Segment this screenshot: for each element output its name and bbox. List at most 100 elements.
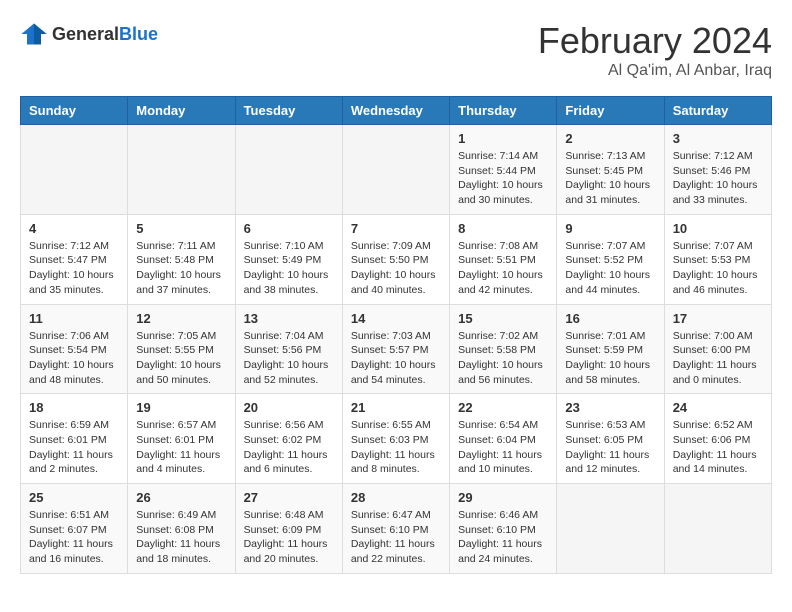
day-info: Sunrise: 7:14 AMSunset: 5:44 PMDaylight:…	[458, 149, 548, 208]
calendar-cell: 16 Sunrise: 7:01 AMSunset: 5:59 PMDayligh…	[557, 304, 664, 394]
calendar-cell: 1 Sunrise: 7:14 AMSunset: 5:44 PMDaylight…	[450, 125, 557, 215]
calendar-cell: 7 Sunrise: 7:09 AMSunset: 5:50 PMDaylight…	[342, 214, 449, 304]
calendar-cell: 4 Sunrise: 7:12 AMSunset: 5:47 PMDaylight…	[21, 214, 128, 304]
day-info: Sunrise: 6:55 AMSunset: 6:03 PMDaylight:…	[351, 418, 441, 477]
month-title: February 2024	[538, 20, 772, 62]
day-number: 14	[351, 311, 441, 326]
calendar-cell: 11 Sunrise: 7:06 AMSunset: 5:54 PMDayligh…	[21, 304, 128, 394]
day-number: 2	[565, 131, 655, 146]
day-number: 18	[29, 400, 119, 415]
day-number: 1	[458, 131, 548, 146]
day-number: 8	[458, 221, 548, 236]
weekday-header-tuesday: Tuesday	[235, 97, 342, 125]
day-info: Sunrise: 6:47 AMSunset: 6:10 PMDaylight:…	[351, 508, 441, 567]
day-info: Sunrise: 6:48 AMSunset: 6:09 PMDaylight:…	[244, 508, 334, 567]
calendar-cell	[342, 125, 449, 215]
weekday-header-monday: Monday	[128, 97, 235, 125]
calendar-cell: 6 Sunrise: 7:10 AMSunset: 5:49 PMDaylight…	[235, 214, 342, 304]
day-number: 5	[136, 221, 226, 236]
weekday-header-row: SundayMondayTuesdayWednesdayThursdayFrid…	[21, 97, 772, 125]
day-info: Sunrise: 7:07 AMSunset: 5:53 PMDaylight:…	[673, 239, 763, 298]
weekday-header-friday: Friday	[557, 97, 664, 125]
calendar-cell: 2 Sunrise: 7:13 AMSunset: 5:45 PMDaylight…	[557, 125, 664, 215]
day-info: Sunrise: 6:56 AMSunset: 6:02 PMDaylight:…	[244, 418, 334, 477]
calendar-cell: 23 Sunrise: 6:53 AMSunset: 6:05 PMDayligh…	[557, 394, 664, 484]
calendar-cell: 14 Sunrise: 7:03 AMSunset: 5:57 PMDayligh…	[342, 304, 449, 394]
day-info: Sunrise: 7:06 AMSunset: 5:54 PMDaylight:…	[29, 329, 119, 388]
day-info: Sunrise: 7:04 AMSunset: 5:56 PMDaylight:…	[244, 329, 334, 388]
weekday-header-wednesday: Wednesday	[342, 97, 449, 125]
calendar-cell: 20 Sunrise: 6:56 AMSunset: 6:02 PMDayligh…	[235, 394, 342, 484]
day-number: 15	[458, 311, 548, 326]
calendar-cell: 25 Sunrise: 6:51 AMSunset: 6:07 PMDayligh…	[21, 484, 128, 574]
calendar-week-3: 11 Sunrise: 7:06 AMSunset: 5:54 PMDayligh…	[21, 304, 772, 394]
day-number: 20	[244, 400, 334, 415]
day-number: 6	[244, 221, 334, 236]
weekday-header-thursday: Thursday	[450, 97, 557, 125]
day-info: Sunrise: 6:51 AMSunset: 6:07 PMDaylight:…	[29, 508, 119, 567]
calendar-cell	[557, 484, 664, 574]
day-number: 11	[29, 311, 119, 326]
calendar-cell: 27Sunrise: 6:48 AMSunset: 6:09 PMDayligh…	[235, 484, 342, 574]
calendar-cell: 10 Sunrise: 7:07 AMSunset: 5:53 PMDayligh…	[664, 214, 771, 304]
day-number: 26	[136, 490, 226, 505]
logo-icon	[20, 20, 48, 48]
day-info: Sunrise: 7:09 AMSunset: 5:50 PMDaylight:…	[351, 239, 441, 298]
day-number: 24	[673, 400, 763, 415]
logo-text: GeneralBlue	[52, 24, 158, 45]
calendar-cell: 17 Sunrise: 7:00 AMSunset: 6:00 PMDayligh…	[664, 304, 771, 394]
day-number: 12	[136, 311, 226, 326]
day-info: Sunrise: 7:08 AMSunset: 5:51 PMDaylight:…	[458, 239, 548, 298]
day-info: Sunrise: 7:13 AMSunset: 5:45 PMDaylight:…	[565, 149, 655, 208]
day-info: Sunrise: 7:03 AMSunset: 5:57 PMDaylight:…	[351, 329, 441, 388]
day-info: Sunrise: 7:02 AMSunset: 5:58 PMDaylight:…	[458, 329, 548, 388]
day-number: 19	[136, 400, 226, 415]
weekday-header-saturday: Saturday	[664, 97, 771, 125]
calendar-cell: 26 Sunrise: 6:49 AMSunset: 6:08 PMDayligh…	[128, 484, 235, 574]
day-info: Sunrise: 7:10 AMSunset: 5:49 PMDaylight:…	[244, 239, 334, 298]
day-info: Sunrise: 7:00 AMSunset: 6:00 PMDaylight:…	[673, 329, 763, 388]
day-info: Sunrise: 6:59 AMSunset: 6:01 PMDaylight:…	[29, 418, 119, 477]
calendar-cell: 19 Sunrise: 6:57 AMSunset: 6:01 PMDayligh…	[128, 394, 235, 484]
day-number: 21	[351, 400, 441, 415]
page-header: GeneralBlue February 2024 Al Qa'im, Al A…	[20, 20, 772, 80]
day-info: Sunrise: 7:01 AMSunset: 5:59 PMDaylight:…	[565, 329, 655, 388]
day-info: Sunrise: 6:49 AMSunset: 6:08 PMDaylight:…	[136, 508, 226, 567]
calendar-week-4: 18 Sunrise: 6:59 AMSunset: 6:01 PMDayligh…	[21, 394, 772, 484]
day-number: 7	[351, 221, 441, 236]
calendar-week-2: 4 Sunrise: 7:12 AMSunset: 5:47 PMDaylight…	[21, 214, 772, 304]
day-info: Sunrise: 7:07 AMSunset: 5:52 PMDaylight:…	[565, 239, 655, 298]
day-number: 23	[565, 400, 655, 415]
day-info: Sunrise: 6:46 AMSunset: 6:10 PMDaylight:…	[458, 508, 548, 567]
day-info: Sunrise: 6:53 AMSunset: 6:05 PMDaylight:…	[565, 418, 655, 477]
calendar-cell: 12 Sunrise: 7:05 AMSunset: 5:55 PMDayligh…	[128, 304, 235, 394]
calendar-cell: 29Sunrise: 6:46 AMSunset: 6:10 PMDayligh…	[450, 484, 557, 574]
calendar-cell: 8 Sunrise: 7:08 AMSunset: 5:51 PMDaylight…	[450, 214, 557, 304]
calendar-cell: 24 Sunrise: 6:52 AMSunset: 6:06 PMDayligh…	[664, 394, 771, 484]
day-info: Sunrise: 7:12 AMSunset: 5:47 PMDaylight:…	[29, 239, 119, 298]
calendar-table: SundayMondayTuesdayWednesdayThursdayFrid…	[20, 96, 772, 574]
day-info: Sunrise: 6:52 AMSunset: 6:06 PMDaylight:…	[673, 418, 763, 477]
day-info: Sunrise: 6:57 AMSunset: 6:01 PMDaylight:…	[136, 418, 226, 477]
day-number: 10	[673, 221, 763, 236]
location-subtitle: Al Qa'im, Al Anbar, Iraq	[538, 62, 772, 80]
weekday-header-sunday: Sunday	[21, 97, 128, 125]
day-number: 4	[29, 221, 119, 236]
day-number: 25	[29, 490, 119, 505]
calendar-cell: 22Sunrise: 6:54 AMSunset: 6:04 PMDayligh…	[450, 394, 557, 484]
calendar-cell: 5 Sunrise: 7:11 AMSunset: 5:48 PMDaylight…	[128, 214, 235, 304]
day-info: Sunrise: 7:11 AMSunset: 5:48 PMDaylight:…	[136, 239, 226, 298]
title-area: February 2024 Al Qa'im, Al Anbar, Iraq	[538, 20, 772, 80]
calendar-cell: 9 Sunrise: 7:07 AMSunset: 5:52 PMDaylight…	[557, 214, 664, 304]
calendar-cell: 21 Sunrise: 6:55 AMSunset: 6:03 PMDayligh…	[342, 394, 449, 484]
calendar-cell	[664, 484, 771, 574]
day-number: 9	[565, 221, 655, 236]
calendar-cell: 13Sunrise: 7:04 AMSunset: 5:56 PMDayligh…	[235, 304, 342, 394]
calendar-week-5: 25 Sunrise: 6:51 AMSunset: 6:07 PMDayligh…	[21, 484, 772, 574]
day-number: 16	[565, 311, 655, 326]
day-info: Sunrise: 7:05 AMSunset: 5:55 PMDaylight:…	[136, 329, 226, 388]
day-number: 17	[673, 311, 763, 326]
logo: GeneralBlue	[20, 20, 158, 48]
day-number: 3	[673, 131, 763, 146]
calendar-cell: 3Sunrise: 7:12 AMSunset: 5:46 PMDaylight…	[664, 125, 771, 215]
